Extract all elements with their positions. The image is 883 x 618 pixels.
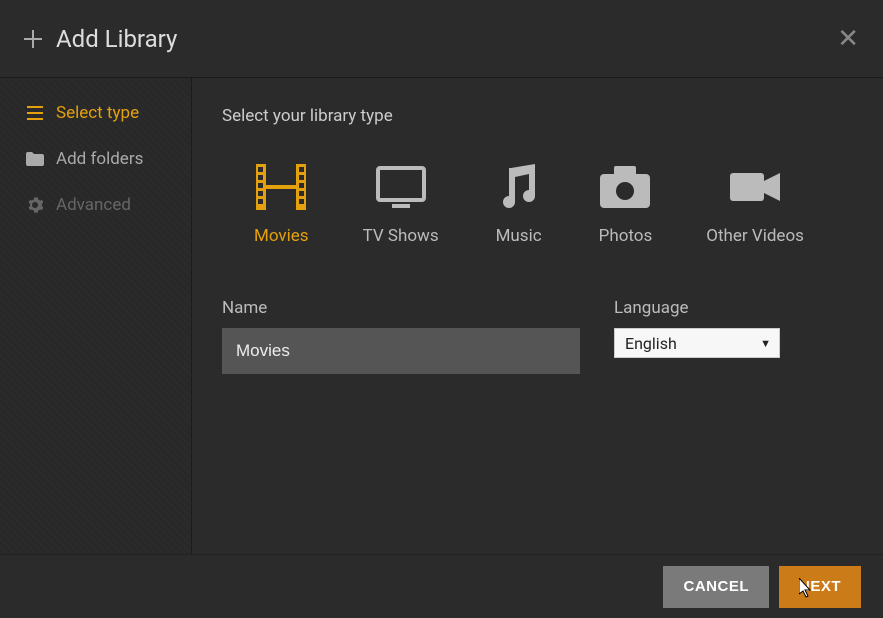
type-tv-shows[interactable]: TV Shows	[363, 164, 439, 246]
video-icon	[729, 164, 781, 210]
chevron-down-icon: ▼	[760, 337, 771, 350]
gear-icon	[26, 197, 44, 213]
type-label: Other Videos	[706, 226, 804, 246]
language-select[interactable]: English ▼	[614, 328, 780, 358]
film-icon	[255, 164, 307, 210]
mouse-cursor-icon	[799, 578, 813, 602]
dialog-header: Add Library ✕	[0, 0, 883, 78]
language-value: English	[625, 334, 677, 353]
type-label: TV Shows	[363, 226, 439, 246]
sidebar-item-label: Select type	[56, 103, 139, 123]
dialog-footer: CANCEL NEXT	[0, 554, 883, 618]
type-other-videos[interactable]: Other Videos	[706, 164, 804, 246]
name-field-group: Name	[222, 298, 580, 374]
dialog-body: Select type Add folders Advanced Select …	[0, 78, 883, 554]
tv-icon	[375, 164, 427, 210]
section-title: Select your library type	[222, 106, 853, 126]
main-panel: Select your library type Movies TV Shows	[192, 78, 883, 554]
sidebar: Select type Add folders Advanced	[0, 78, 192, 554]
type-label: Photos	[599, 226, 653, 246]
sidebar-item-label: Advanced	[56, 195, 131, 215]
type-music[interactable]: Music	[493, 164, 545, 246]
plus-icon	[24, 30, 42, 48]
type-photos[interactable]: Photos	[599, 164, 653, 246]
name-label: Name	[222, 298, 580, 318]
list-icon	[26, 106, 44, 120]
language-label: Language	[614, 298, 780, 318]
name-input[interactable]	[222, 328, 580, 374]
next-button[interactable]: NEXT	[779, 566, 861, 608]
type-movies[interactable]: Movies	[254, 164, 309, 246]
sidebar-item-advanced: Advanced	[0, 182, 191, 228]
sidebar-item-add-folders[interactable]: Add folders	[0, 136, 191, 182]
sidebar-item-select-type[interactable]: Select type	[0, 90, 191, 136]
type-label: Music	[496, 226, 542, 246]
sidebar-item-label: Add folders	[56, 149, 143, 169]
form-row: Name Language English ▼	[222, 298, 853, 374]
folder-icon	[26, 152, 44, 166]
library-type-row: Movies TV Shows Music	[254, 164, 853, 246]
close-icon[interactable]: ✕	[837, 26, 859, 52]
music-icon	[493, 164, 545, 210]
language-field-group: Language English ▼	[614, 298, 780, 374]
header-left: Add Library	[24, 25, 177, 53]
type-label: Movies	[254, 226, 309, 246]
dialog-title: Add Library	[56, 25, 177, 53]
cancel-button[interactable]: CANCEL	[663, 566, 769, 608]
camera-icon	[599, 164, 651, 210]
add-library-dialog: Add Library ✕ Select type Add folders	[0, 0, 883, 618]
